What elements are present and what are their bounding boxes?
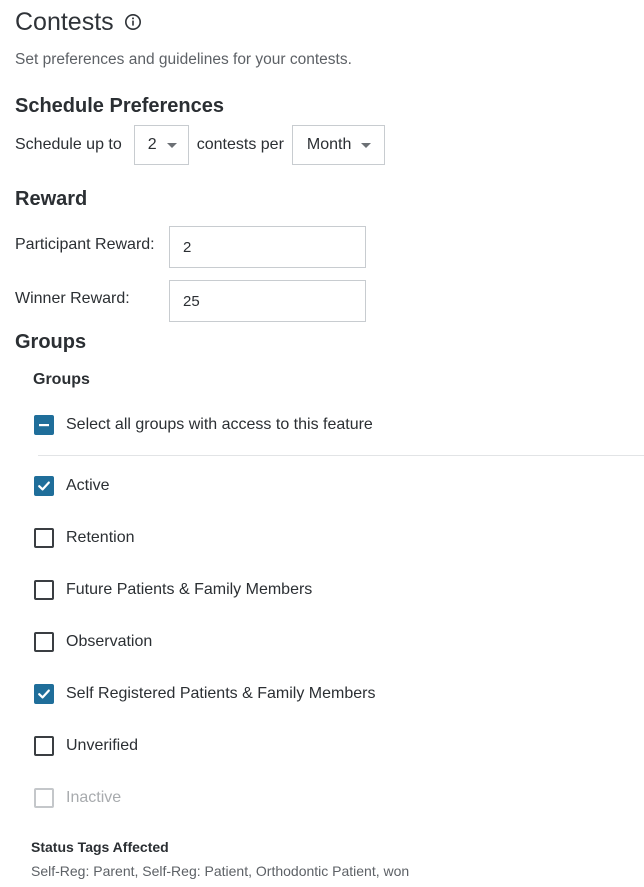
check-icon [38,481,50,491]
contest-period-value: Month [306,136,352,153]
minus-icon [39,424,49,427]
reward-heading: Reward [15,188,88,210]
group-checkbox[interactable] [34,580,54,600]
status-tags-heading: Status Tags Affected [31,839,169,855]
group-item[interactable]: Observation [34,632,152,652]
group-label: Active [66,477,110,494]
schedule-row: Schedule up to 2 contests per Month [15,124,385,166]
groups-subheading: Groups [33,371,90,388]
participant-reward-input[interactable] [169,226,366,268]
caret-down-icon [361,142,372,148]
group-item[interactable]: Self Registered Patients & Family Member… [34,684,375,704]
check-icon [38,689,50,699]
select-all-groups-row[interactable]: Select all groups with access to this fe… [34,415,373,435]
group-label: Inactive [66,789,122,806]
page-subtitle: Set preferences and guidelines for your … [15,51,352,68]
group-item[interactable]: Retention [34,528,135,548]
select-all-checkbox[interactable] [34,415,54,435]
group-checkbox[interactable] [34,632,54,652]
schedule-preferences-heading: Schedule Preferences [15,95,224,117]
contest-count-select[interactable]: 2 [133,125,189,165]
group-label: Observation [66,633,153,650]
group-checkbox[interactable] [34,528,54,548]
participant-reward-label: Participant Reward: [15,236,155,253]
contest-period-select[interactable]: Month [291,125,385,165]
winner-reward-label: Winner Reward: [15,290,130,307]
group-item[interactable]: Active [34,476,110,496]
info-icon[interactable] [124,13,142,31]
page-title-row: Contests [15,6,142,38]
schedule-prefix-label: Schedule up to [15,136,122,153]
group-item[interactable]: Future Patients & Family Members [34,580,312,600]
group-checkbox[interactable] [34,736,54,756]
status-tags-value: Self-Reg: Parent, Self-Reg: Patient, Ort… [31,863,410,879]
group-checkbox [34,788,54,808]
contest-count-value: 2 [147,136,157,153]
group-checkbox[interactable] [34,684,54,704]
group-item[interactable]: Unverified [34,736,138,756]
groups-divider [38,455,644,456]
schedule-middle-label: contests per [196,136,284,153]
contests-page: Contests Set preferences and guidelines … [0,0,644,887]
select-all-label: Select all groups with access to this fe… [66,416,373,433]
group-label: Retention [66,529,135,546]
group-label: Unverified [66,737,139,754]
group-item: Inactive [34,788,121,808]
winner-reward-input[interactable] [169,280,366,322]
group-label: Future Patients & Family Members [66,581,313,598]
groups-heading: Groups [15,331,87,353]
caret-down-icon [166,142,177,148]
group-checkbox[interactable] [34,476,54,496]
page-title: Contests [15,8,114,36]
group-label: Self Registered Patients & Family Member… [66,685,376,702]
